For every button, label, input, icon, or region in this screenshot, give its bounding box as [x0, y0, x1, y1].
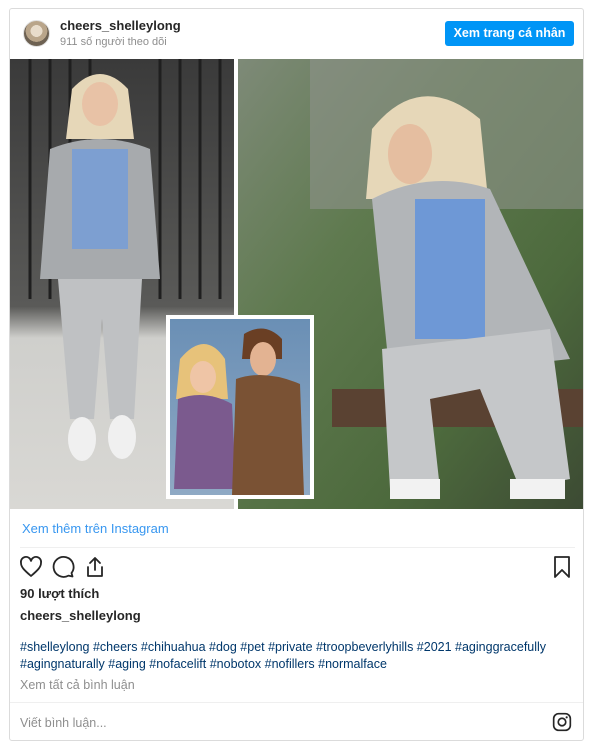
caption-hashtags: #shelleylong #cheers #chihuahua #dog #pe… — [20, 639, 575, 673]
instagram-embed-card: cheers_shelleylong 911 số người theo dõi… — [9, 8, 584, 741]
post-header: cheers_shelleylong 911 số người theo dõi… — [10, 9, 583, 59]
comment-input[interactable]: Viết bình luận... — [20, 716, 107, 730]
instagram-icon[interactable] — [552, 712, 572, 732]
header-username[interactable]: cheers_shelleylong — [60, 18, 181, 33]
divider — [10, 702, 583, 703]
view-profile-button[interactable]: Xem trang cá nhân — [445, 21, 574, 46]
share-icon[interactable] — [83, 555, 107, 579]
hashtags-line-2[interactable]: #agingnaturally #aging #nofacelift #nobo… — [20, 656, 575, 673]
post-image[interactable] — [10, 59, 583, 509]
view-all-comments-link[interactable]: Xem tất cả bình luận — [20, 678, 135, 692]
heart-icon[interactable] — [19, 555, 43, 579]
bookmark-icon[interactable] — [550, 555, 574, 579]
view-more-on-instagram-link[interactable]: Xem thêm trên Instagram — [22, 521, 169, 536]
caption-username[interactable]: cheers_shelleylong — [20, 608, 141, 623]
comment-bubble-icon[interactable] — [51, 555, 75, 579]
follower-count: 911 số người theo dõi — [60, 36, 167, 48]
divider — [20, 547, 575, 548]
hashtags-line-1[interactable]: #shelleylong #cheers #chihuahua #dog #pe… — [20, 639, 575, 656]
avatar[interactable] — [23, 20, 50, 47]
like-count[interactable]: 90 lượt thích — [20, 586, 99, 601]
